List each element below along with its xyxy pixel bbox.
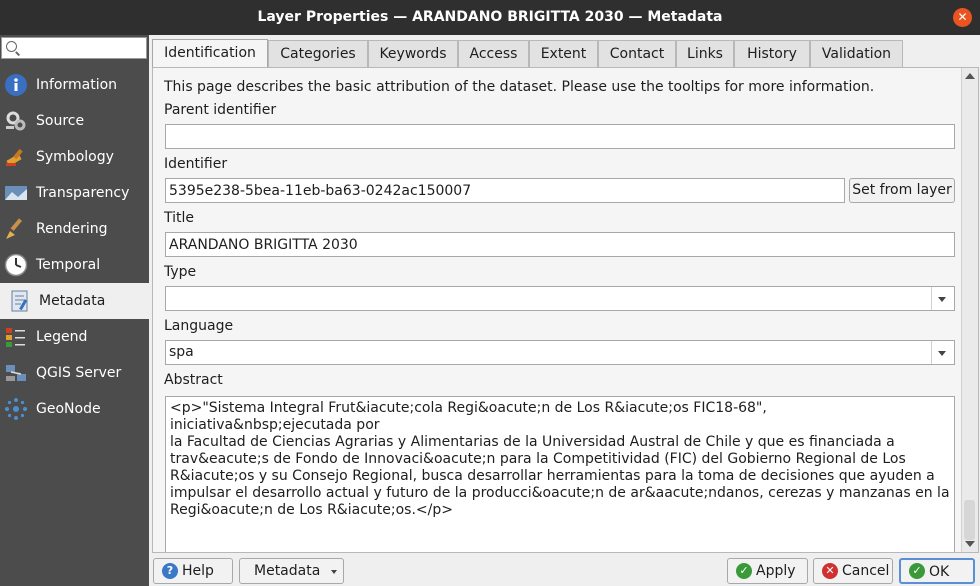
search-icon bbox=[6, 41, 17, 52]
tab-categories[interactable]: Categories bbox=[268, 40, 368, 67]
metadata-button-label: Metadata bbox=[254, 563, 321, 579]
language-combo[interactable]: spa bbox=[165, 340, 955, 365]
type-label: Type bbox=[164, 264, 197, 280]
abstract-label: Abstract bbox=[164, 372, 223, 388]
sidebar-item-symbology[interactable]: Symbology bbox=[0, 139, 149, 175]
metadata-icon bbox=[11, 290, 28, 312]
sidebar-item-legend[interactable]: Legend bbox=[0, 319, 149, 355]
symbology-icon bbox=[6, 148, 23, 167]
help-icon: ? bbox=[162, 563, 178, 579]
sidebar-item-label: Rendering bbox=[36, 221, 108, 237]
geonode-icon bbox=[5, 398, 27, 420]
cancel-button[interactable]: ✕ Cancel bbox=[813, 558, 893, 584]
sidebar-item-label: Symbology bbox=[36, 149, 114, 165]
apply-label: Apply bbox=[756, 563, 796, 579]
close-icon: ✕ bbox=[957, 10, 968, 24]
identifier-field[interactable] bbox=[165, 178, 845, 203]
dialog-button-bar: ? Help Metadata ✓ Apply ✕ Cancel ✓ OK bbox=[0, 553, 980, 586]
tab-contact[interactable]: Contact bbox=[598, 40, 676, 67]
qgis-server-icon bbox=[6, 365, 26, 381]
metadata-menu-button[interactable]: Metadata bbox=[239, 558, 344, 584]
information-icon bbox=[5, 74, 27, 96]
parent-identifier-field[interactable] bbox=[165, 124, 955, 149]
sidebar-item-metadata[interactable]: Metadata bbox=[0, 283, 149, 319]
tab-links[interactable]: Links bbox=[676, 40, 734, 67]
sidebar-item-label: Information bbox=[36, 77, 118, 93]
close-button[interactable]: ✕ bbox=[953, 8, 972, 27]
identification-panel: This page describes the basic attributio… bbox=[152, 67, 979, 553]
language-label: Language bbox=[164, 318, 234, 334]
source-icon bbox=[6, 111, 26, 131]
tab-history[interactable]: History bbox=[734, 40, 810, 67]
intro-text: This page describes the basic attributio… bbox=[164, 79, 875, 95]
sidebar-item-label: Legend bbox=[36, 329, 88, 345]
legend-icon bbox=[6, 328, 25, 347]
tab-extent[interactable]: Extent bbox=[529, 40, 598, 67]
sidebar-item-temporal[interactable]: Temporal bbox=[0, 247, 149, 283]
ok-label: OK bbox=[929, 564, 950, 580]
chevron-down-icon bbox=[331, 570, 337, 574]
window-title: Layer Properties — ARANDANO BRIGITTA 203… bbox=[257, 9, 723, 25]
tab-keywords[interactable]: Keywords bbox=[368, 40, 458, 67]
check-icon: ✓ bbox=[909, 563, 925, 579]
language-value: spa bbox=[169, 344, 194, 360]
tab-access[interactable]: Access bbox=[458, 40, 529, 67]
sidebar-item-label: Temporal bbox=[36, 257, 101, 273]
identifier-label: Identifier bbox=[164, 156, 228, 172]
title-label: Title bbox=[164, 210, 195, 226]
check-icon: ✓ bbox=[736, 563, 752, 579]
chevron-down-icon[interactable] bbox=[931, 341, 954, 364]
sidebar-item-label: GeoNode bbox=[36, 401, 101, 417]
help-label: Help bbox=[182, 563, 214, 579]
scroll-down-icon[interactable] bbox=[965, 541, 975, 547]
panel-scrollbar[interactable] bbox=[961, 68, 978, 552]
tab-validation[interactable]: Validation bbox=[810, 40, 903, 67]
apply-button[interactable]: ✓ Apply bbox=[727, 558, 808, 584]
scroll-thumb[interactable] bbox=[964, 500, 975, 540]
sidebar-search-input[interactable] bbox=[20, 39, 148, 59]
sidebar-item-rendering[interactable]: Rendering bbox=[0, 211, 149, 247]
sidebar-item-label: Source bbox=[36, 113, 85, 129]
sidebar-item-label: QGIS Server bbox=[36, 365, 122, 381]
sidebar-item-transparency[interactable]: Transparency bbox=[0, 175, 149, 211]
chevron-down-icon[interactable] bbox=[931, 287, 954, 310]
rendering-icon bbox=[6, 218, 23, 239]
transparency-icon bbox=[5, 186, 27, 200]
parent-identifier-input[interactable] bbox=[166, 125, 954, 148]
tab-identification[interactable]: Identification bbox=[152, 39, 268, 68]
title-field[interactable] bbox=[165, 232, 955, 257]
type-combo[interactable] bbox=[165, 286, 955, 311]
scroll-up-icon[interactable] bbox=[965, 73, 975, 79]
sidebar: Information Source Symbology Transparenc… bbox=[0, 35, 149, 586]
title-bar: Layer Properties — ARANDANO BRIGITTA 203… bbox=[0, 0, 980, 35]
sidebar-item-source[interactable]: Source bbox=[0, 103, 149, 139]
parent-identifier-label: Parent identifier bbox=[164, 102, 277, 118]
cancel-icon: ✕ bbox=[822, 563, 838, 579]
sidebar-item-label: Transparency bbox=[36, 185, 130, 201]
temporal-icon bbox=[4, 253, 28, 277]
set-from-layer-button[interactable]: Set from layer bbox=[849, 178, 955, 203]
sidebar-item-label: Metadata bbox=[39, 293, 106, 309]
sidebar-item-information[interactable]: Information bbox=[0, 67, 149, 103]
identifier-input[interactable] bbox=[166, 179, 844, 202]
cancel-label: Cancel bbox=[842, 563, 890, 579]
sidebar-item-qgis-server[interactable]: QGIS Server bbox=[0, 355, 149, 391]
title-input[interactable] bbox=[166, 233, 954, 256]
sidebar-search[interactable] bbox=[1, 37, 148, 59]
sidebar-item-geonode[interactable]: GeoNode bbox=[0, 391, 149, 427]
help-button[interactable]: ? Help bbox=[153, 558, 233, 584]
abstract-textarea[interactable]: <p>"Sistema Integral Frut&iacute;cola Re… bbox=[165, 396, 955, 552]
ok-button[interactable]: ✓ OK bbox=[899, 558, 975, 584]
